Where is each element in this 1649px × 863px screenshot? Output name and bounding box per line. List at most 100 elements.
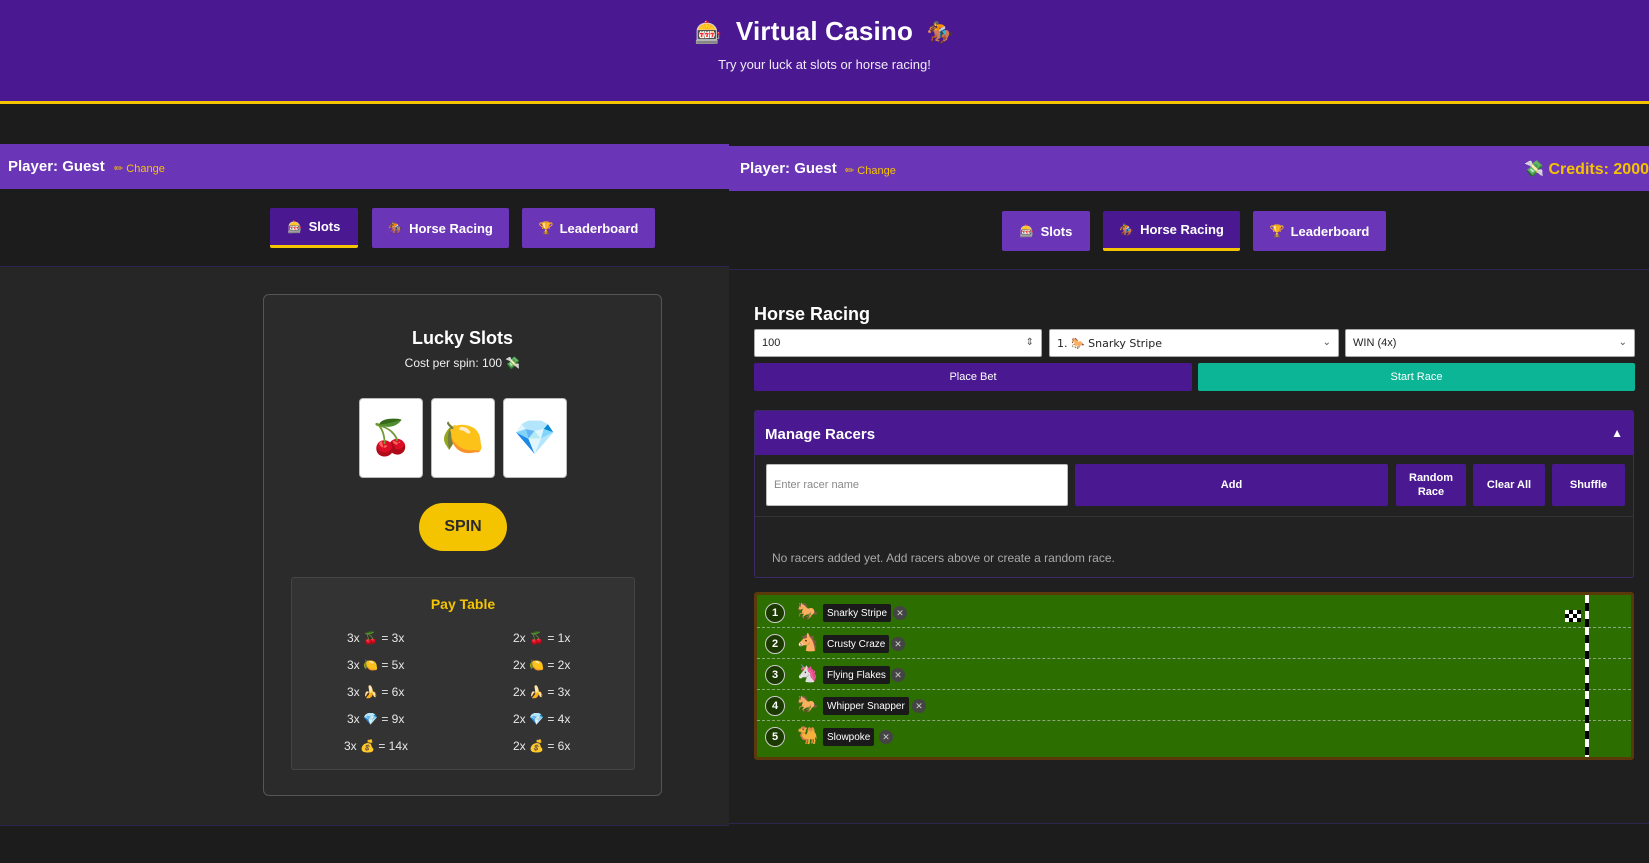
- chevron-down-icon: ⌄: [1618, 337, 1627, 348]
- race-lane: 3 🦄 Flying Flakes ✕: [757, 659, 1631, 690]
- pay-count: 2x: [513, 631, 526, 645]
- shuffle-button[interactable]: Shuffle: [1552, 464, 1625, 506]
- tab-label: Slots: [1040, 223, 1073, 239]
- horse-racing-panel: Player: Guest ✏ Change 💸 Credits: 2000 🎰…: [729, 104, 1649, 863]
- site-title-text: Virtual Casino: [735, 16, 914, 46]
- trophy-icon: 🏆: [538, 221, 554, 235]
- player-name: Player: Guest: [8, 158, 105, 175]
- remove-racer-icon[interactable]: ✕: [891, 668, 905, 682]
- horse-select-value: 1. 🐎 Snarky Stripe: [1057, 336, 1163, 350]
- money-icon: 💸: [1524, 159, 1545, 178]
- money-bag-icon: 💰: [529, 739, 544, 753]
- remove-racer-icon[interactable]: ✕: [879, 730, 893, 744]
- tab-leaderboard[interactable]: 🏆 Leaderboard: [1253, 211, 1386, 251]
- race-track: 1 🐎 Snarky Stripe ✕ 2 🐴 Crusty Craze ✕ 3…: [754, 592, 1634, 760]
- tab-label: Leaderboard: [1290, 223, 1370, 239]
- slots-card: Lucky Slots Cost per spin: 100 💸 🍒 🍋 💎 S…: [263, 294, 662, 796]
- spin-cost: Cost per spin: 100 💸: [264, 356, 661, 370]
- pay-payout: = 6x: [381, 685, 405, 699]
- start-race-button[interactable]: Start Race: [1198, 363, 1635, 391]
- game-tabs: 🎰 Slots 🏇 Horse Racing 🏆 Leaderboard: [0, 208, 729, 248]
- slots-panel: Player: Guest ✏ Change 🎰 Slots 🏇 Horse R…: [0, 104, 729, 863]
- manage-racers-header[interactable]: Manage Racers ▲: [755, 411, 1633, 455]
- horse-icon: 🐴: [797, 633, 819, 653]
- tab-label: Leaderboard: [559, 220, 639, 236]
- lane-number: 5: [765, 727, 785, 747]
- tab-leaderboard[interactable]: 🏆 Leaderboard: [522, 208, 655, 248]
- credits-text: Credits: 2000: [1548, 161, 1649, 178]
- player-bar: Player: Guest ✏ Change 💸 Credits: 2000: [729, 146, 1649, 191]
- racer-name-input[interactable]: Enter racer name: [766, 464, 1068, 506]
- slot-reel: 🍒: [359, 398, 423, 478]
- bet-amount-input[interactable]: 100 ⇕: [754, 329, 1042, 357]
- pay-row: 2x 🍒 = 1x: [513, 631, 570, 645]
- credits-display: 💸 Credits: 2000: [1524, 159, 1649, 179]
- pencil-icon: ✏: [114, 162, 124, 175]
- site-subtitle: Try your luck at slots or horse racing!: [718, 57, 931, 72]
- tab-slots[interactable]: 🎰 Slots: [270, 208, 358, 248]
- slots-title: Lucky Slots: [411, 328, 514, 348]
- slots-content: Lucky Slots Cost per spin: 100 💸 🍒 🍋 💎 S…: [0, 266, 729, 826]
- clear-all-button[interactable]: Clear All: [1473, 464, 1545, 506]
- pay-payout: = 5x: [381, 658, 405, 672]
- player-name: Player: Guest: [740, 160, 837, 177]
- stepper-icon[interactable]: ⇕: [1026, 337, 1034, 348]
- camel-icon: 🐫: [797, 726, 819, 746]
- racer-name-label: Whipper Snapper: [823, 697, 909, 715]
- remove-racer-icon[interactable]: ✕: [912, 699, 926, 713]
- pay-payout: = 3x: [381, 631, 405, 645]
- pay-table: Pay Table 3x 🍒 = 3x 3x 🍋 = 5x 3x 🍌 = 6x: [291, 577, 635, 770]
- bet-type-select[interactable]: WIN (4x) ⌄: [1345, 329, 1635, 357]
- pay-payout: = 1x: [547, 631, 571, 645]
- random-race-button[interactable]: Random Race: [1396, 464, 1466, 506]
- site-header: 🎰 Virtual Casino 🏇 Try your luck at slot…: [0, 0, 1649, 104]
- tab-label: Horse Racing: [1140, 222, 1224, 237]
- tab-horse-racing[interactable]: 🏇 Horse Racing: [372, 208, 509, 248]
- pay-row: 2x 🍌 = 3x: [513, 685, 570, 699]
- pay-count: 2x: [513, 739, 526, 753]
- pay-row: 3x 💎 = 9x: [347, 712, 404, 726]
- collapse-icon[interactable]: ▲: [1611, 426, 1623, 440]
- manage-racers-section: Manage Racers ▲ Enter racer name Add Ran…: [754, 410, 1634, 578]
- spin-button[interactable]: SPIN: [419, 503, 507, 551]
- money-icon: 💸: [505, 356, 521, 370]
- remove-racer-icon[interactable]: ✕: [893, 606, 907, 620]
- banana-icon: 🍌: [363, 685, 378, 699]
- add-racer-button[interactable]: Add: [1075, 464, 1388, 506]
- pencil-icon: ✏: [845, 164, 855, 177]
- tab-label: Slots: [308, 219, 341, 234]
- pay-count: 2x: [513, 658, 526, 672]
- pay-table-title: Pay Table: [430, 596, 496, 612]
- racer-name-label: Flying Flakes: [823, 666, 890, 684]
- change-label: Change: [857, 165, 896, 177]
- remove-racer-icon[interactable]: ✕: [891, 637, 905, 651]
- racer-name-label: Snarky Stripe: [823, 604, 892, 622]
- change-player-link[interactable]: ✏ Change: [845, 164, 896, 177]
- chevron-down-icon: ⌄: [1322, 337, 1331, 348]
- pay-payout: = 9x: [381, 712, 405, 726]
- lane-number: 2: [765, 634, 785, 654]
- bet-type-value: WIN (4x): [1353, 337, 1397, 349]
- tab-slots[interactable]: 🎰 Slots: [1002, 211, 1090, 251]
- horse-select[interactable]: 1. 🐎 Snarky Stripe ⌄: [1049, 329, 1339, 357]
- slot-reel: 💎: [503, 398, 567, 478]
- horse-racing-content: Horse Racing 100 ⇕ 1. 🐎 Snarky Stripe ⌄ …: [729, 269, 1649, 824]
- pay-count: 3x: [347, 712, 360, 726]
- checkered-flag-icon: [1565, 610, 1581, 622]
- pay-row: 3x 🍒 = 3x: [347, 631, 404, 645]
- diamond-icon: 💎: [363, 712, 378, 726]
- finish-line: [1585, 595, 1589, 757]
- place-bet-button[interactable]: Place Bet: [754, 363, 1192, 391]
- pay-row: 3x 🍌 = 6x: [347, 685, 404, 699]
- pay-payout: = 2x: [547, 658, 571, 672]
- tab-horse-racing[interactable]: 🏇 Horse Racing: [1103, 211, 1240, 251]
- racer-name-label: Crusty Craze: [823, 635, 890, 653]
- lane-number: 1: [765, 603, 785, 623]
- slot-machine-icon: 🎰: [287, 219, 303, 234]
- race-lane: 2 🐴 Crusty Craze ✕: [757, 628, 1631, 659]
- cherry-icon: 🍒: [529, 631, 544, 645]
- bet-amount-value: 100: [762, 337, 781, 349]
- pay-count: 3x: [344, 739, 357, 753]
- player-bar: Player: Guest ✏ Change: [0, 144, 729, 189]
- change-player-link[interactable]: ✏ Change: [114, 162, 165, 175]
